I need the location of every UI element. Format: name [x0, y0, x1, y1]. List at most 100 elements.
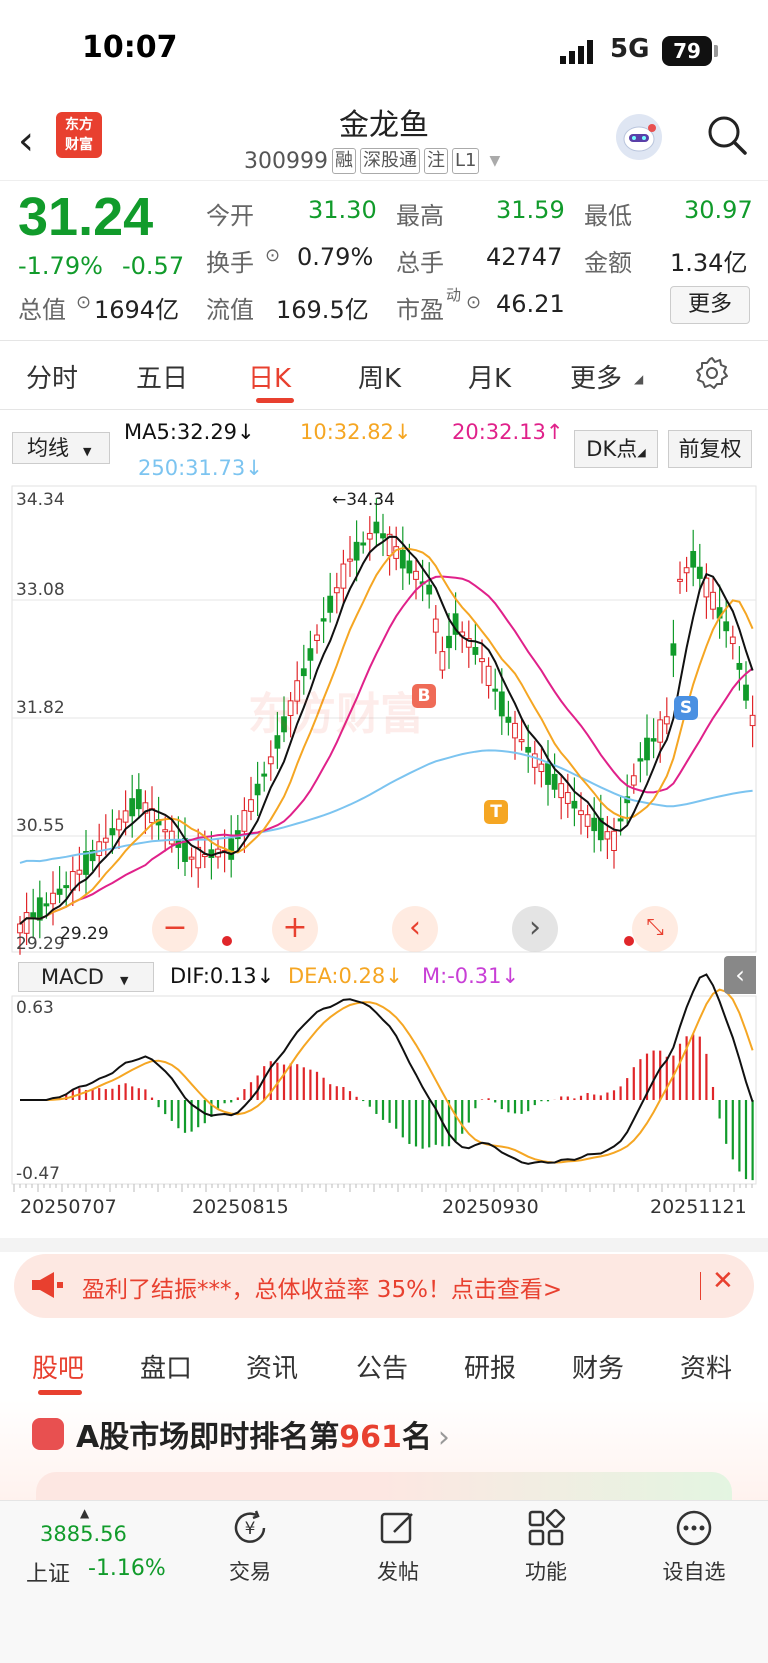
candle-body [492, 688, 499, 692]
ma20-line [19, 575, 754, 925]
candle-body [710, 591, 716, 610]
more-dots-icon[interactable] [674, 1508, 714, 1548]
candle-body [446, 635, 452, 649]
candle-body [637, 758, 644, 762]
tab-news[interactable]: 资讯 [246, 1348, 298, 1385]
date-label: 20251121 [650, 1196, 747, 1218]
candle-body [162, 829, 169, 833]
next-button[interactable]: › [512, 906, 558, 952]
nav-post[interactable]: 发帖 [358, 1556, 438, 1586]
nav-custom-watchlist[interactable]: 设自选 [654, 1556, 734, 1586]
trade-yen-icon[interactable]: ¥ [230, 1508, 270, 1548]
candle-body [340, 563, 347, 589]
candle-body [17, 923, 23, 934]
candle-body [36, 897, 43, 921]
t-marker[interactable]: T [484, 800, 508, 824]
candle-body [43, 903, 50, 907]
candle-body [50, 892, 56, 905]
rank-suffix: 名 [401, 1420, 432, 1455]
candle-body [736, 662, 743, 670]
candle-body [413, 570, 419, 580]
candle-body [551, 773, 558, 790]
nav-functions[interactable]: 功能 [506, 1556, 586, 1586]
grid-functions-icon[interactable] [526, 1508, 566, 1548]
section-gap [0, 1238, 768, 1252]
candle-body [168, 830, 175, 845]
y-label-4: 30.55 [16, 816, 65, 836]
candle-body [591, 817, 598, 832]
candle-body [109, 828, 116, 836]
candle-body [564, 792, 571, 804]
zoom-out-button[interactable]: − [152, 906, 198, 952]
macd-select[interactable]: MACD ▼ [18, 962, 154, 992]
candle-body [248, 799, 254, 812]
candle-body [611, 830, 617, 852]
dea-line [20, 988, 754, 1164]
tab-profile[interactable]: 资料 [680, 1348, 732, 1385]
candle-body [485, 665, 492, 686]
candle-body [683, 567, 690, 574]
kline-chart[interactable] [0, 0, 768, 1240]
candle-body [538, 763, 545, 773]
dea-value: DEA:0.28↓ [288, 964, 403, 988]
edit-post-icon[interactable] [378, 1508, 418, 1548]
candle-body [241, 810, 248, 832]
index-name[interactable]: 上证 [26, 1556, 70, 1588]
candle-body [545, 763, 551, 785]
candle-body [261, 773, 268, 777]
candle-body [498, 691, 505, 717]
tab-research[interactable]: 研报 [464, 1348, 516, 1385]
candle-body [83, 851, 89, 875]
tab-financials[interactable]: 财务 [572, 1348, 624, 1385]
close-icon[interactable]: ✕ [712, 1266, 734, 1296]
candle-body [657, 719, 664, 743]
rank-text[interactable]: A股市场即时排名第961名 › [76, 1412, 450, 1456]
candle-body [650, 738, 657, 742]
promo-text[interactable]: 盈利了结振***，总体收益率 35%！点击查看> [82, 1270, 562, 1304]
tab-indicator [38, 1390, 82, 1395]
divider [700, 1272, 701, 1300]
nav-trade[interactable]: 交易 [210, 1556, 290, 1586]
candle-body [630, 775, 637, 786]
index-change[interactable]: -1.16% [88, 1556, 166, 1581]
candle-body [56, 888, 63, 895]
dot-indicator [222, 936, 232, 946]
max-marker: ←34.34 [332, 490, 395, 510]
candle-body [366, 532, 373, 540]
candle-body [23, 912, 30, 934]
candle-body [644, 737, 650, 761]
tab-orderbook[interactable]: 盘口 [140, 1348, 192, 1385]
prev-button[interactable]: ‹ [392, 906, 438, 952]
date-label: 20250930 [442, 1196, 539, 1218]
candle-body [472, 646, 479, 655]
candle-body [584, 814, 591, 827]
index-value[interactable]: 3885.56 [40, 1522, 127, 1546]
rank-prefix: A股市场即时排名第 [76, 1420, 340, 1455]
m-value: M:-0.31↓ [422, 964, 520, 988]
sell-marker[interactable]: S [674, 696, 698, 720]
candle-body [347, 558, 353, 562]
candle-body [307, 648, 314, 661]
candle-body [703, 577, 710, 598]
candle-body [432, 618, 439, 633]
zoom-in-button[interactable]: + [272, 906, 318, 952]
fullscreen-icon[interactable]: ⤡ [632, 906, 678, 952]
candle-body [333, 587, 340, 594]
ranking-icon [32, 1418, 64, 1450]
candle-body [353, 541, 360, 561]
candle-body [399, 549, 406, 569]
candle-body [571, 800, 578, 809]
collapse-panel-icon[interactable]: ‹ [724, 956, 756, 994]
candle-body [320, 618, 327, 622]
candle-body [76, 869, 83, 875]
tab-forum[interactable]: 股吧 [32, 1348, 84, 1385]
candle-body [314, 634, 320, 641]
tab-announcements[interactable]: 公告 [356, 1348, 408, 1385]
candle-body [116, 818, 122, 831]
candle-body [122, 810, 129, 823]
candle-body [373, 521, 380, 534]
macd-select-label: MACD [41, 965, 104, 989]
candle-body [505, 716, 512, 723]
buy-marker[interactable]: B [412, 684, 436, 708]
candle-body [604, 831, 611, 840]
